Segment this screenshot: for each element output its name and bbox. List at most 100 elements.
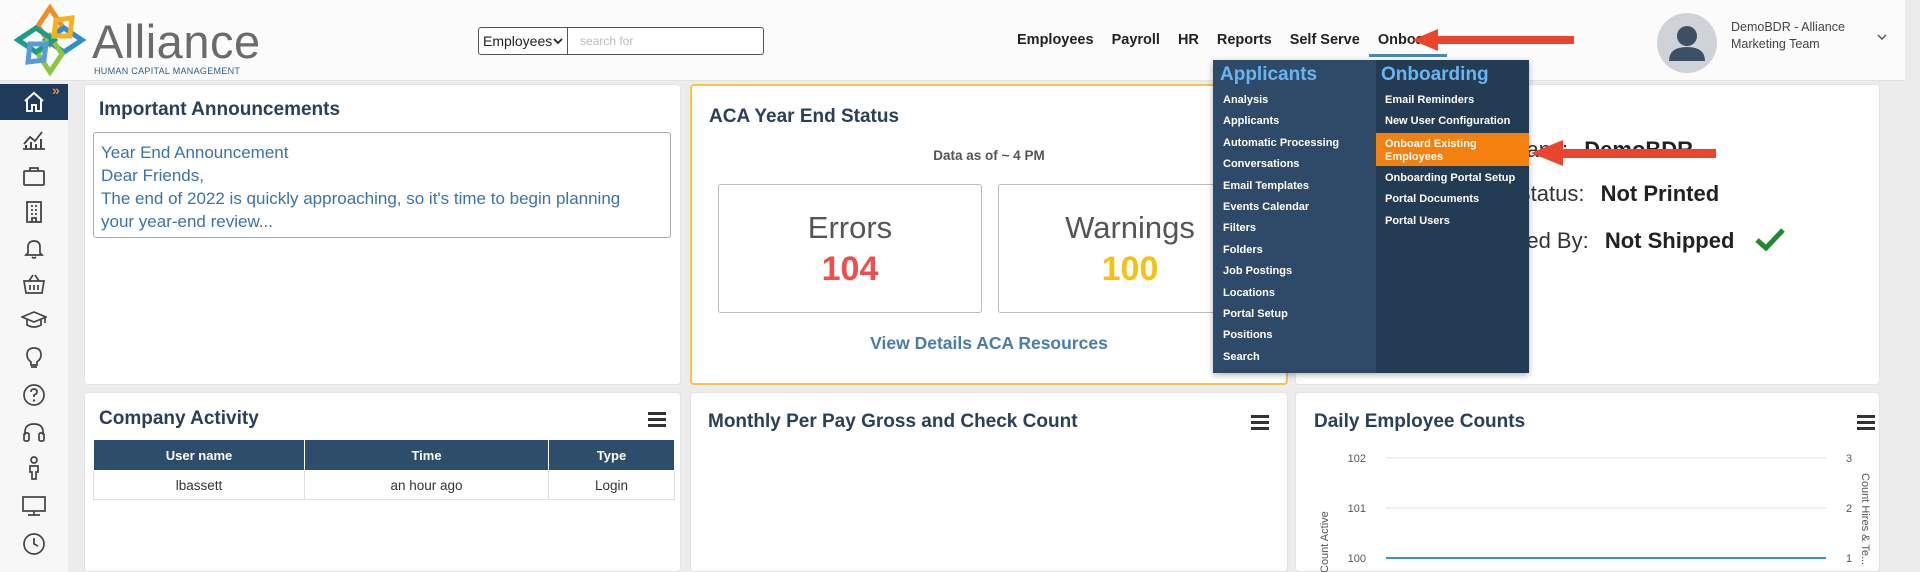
search-input[interactable]: search for (568, 27, 764, 55)
menu-item-conversations[interactable]: Conversations (1223, 158, 1299, 171)
y-tick-label: 102 (1348, 453, 1366, 465)
search-scope-select[interactable]: Employees (478, 27, 568, 55)
top-header: Alliance HUMAN CAPITAL MANAGEMENT Employ… (0, 0, 1905, 81)
person-icon (29, 456, 39, 480)
table-cell: an hour ago (304, 470, 549, 500)
y-tick-label: 101 (1348, 503, 1366, 515)
y-axis-label: Count Active (1319, 511, 1331, 572)
menu-icon[interactable] (648, 412, 666, 427)
column-header[interactable]: Time (304, 439, 549, 471)
sidebar-expand-icon[interactable]: » (52, 82, 60, 98)
column-header[interactable]: Type (548, 439, 675, 471)
errors-value: 104 (821, 250, 879, 288)
nav-reports[interactable]: Reports (1208, 30, 1281, 57)
user-name-line2: Marketing Team (1731, 37, 1820, 51)
aca-errors-box[interactable]: Errors 104 (718, 184, 982, 313)
sidebar-item-building[interactable] (0, 194, 68, 230)
nav-self-serve[interactable]: Self Serve (1281, 30, 1369, 57)
column-header[interactable]: User name (93, 439, 305, 471)
bell-icon (23, 240, 45, 259)
user-menu[interactable]: DemoBDR - Alliance Marketing Team (1657, 13, 1897, 73)
nav-payroll[interactable]: Payroll (1103, 30, 1169, 57)
headset-icon (23, 423, 45, 442)
left-sidebar: » (0, 82, 68, 572)
search-scope-value: Employees (483, 33, 553, 49)
company-activity-card: Company Activity User name Time Type lba… (84, 392, 681, 572)
sidebar-item-notifications[interactable] (0, 230, 68, 266)
analytics-icon (23, 131, 45, 150)
y-tick-label: 100 (1348, 553, 1366, 565)
menu-item-locations[interactable]: Locations (1223, 287, 1275, 300)
onboard-dropdown-menu: Applicants Onboarding Analysis Applicants… (1213, 60, 1529, 373)
nav-hr[interactable]: HR (1169, 30, 1208, 57)
user-name: DemoBDR - Alliance Marketing Team (1731, 19, 1851, 53)
menu-item-portal-setup[interactable]: Portal Setup (1223, 308, 1288, 321)
menu-item-filters[interactable]: Filters (1223, 222, 1256, 235)
sidebar-item-history[interactable] (0, 526, 68, 562)
menu-icon[interactable] (1251, 415, 1269, 430)
nav-employees[interactable]: Employees (1008, 30, 1103, 57)
pointer-arrow-icon (1412, 29, 1574, 51)
menu-item-new-user-configuration[interactable]: New User Configuration (1385, 115, 1510, 128)
ship-status-line: ...ed By: Not Shipped (1508, 224, 1785, 254)
sidebar-item-learning[interactable] (0, 302, 68, 338)
alliance-logo[interactable]: Alliance HUMAN CAPITAL MANAGEMENT (10, 2, 260, 78)
briefcase-icon (23, 167, 45, 186)
applicants-heading[interactable]: Applicants (1220, 64, 1317, 86)
onboarding-heading[interactable]: Onboarding (1381, 64, 1489, 86)
menu-item-email-templates[interactable]: Email Templates (1223, 180, 1309, 193)
sidebar-item-home[interactable]: » (0, 82, 68, 120)
announcements-title: Important Announcements (99, 99, 341, 120)
menu-item-portal-users[interactable]: Portal Users (1385, 215, 1450, 228)
menu-item-positions[interactable]: Positions (1223, 329, 1273, 342)
menu-item-applicants[interactable]: Applicants (1223, 115, 1279, 128)
announcement-line: The end of 2022 is quickly approaching, … (101, 189, 621, 208)
aca-resources-link[interactable]: View Details ACA Resources (692, 333, 1286, 354)
announcement-line: Year End Announcement (101, 143, 289, 162)
sidebar-item-briefcase[interactable] (0, 158, 68, 194)
avatar[interactable] (1657, 13, 1717, 73)
home-icon (24, 91, 44, 112)
menu-item-folders[interactable]: Folders (1223, 244, 1263, 257)
sidebar-item-person[interactable] (0, 450, 68, 486)
announcement-preview[interactable]: Year End Announcement Dear Friends, The … (93, 132, 671, 238)
menu-item-onboarding-portal-setup[interactable]: Onboarding Portal Setup (1385, 172, 1515, 185)
main-nav: Employees Payroll HR Reports Self Serve … (1008, 30, 1448, 57)
menu-item-job-postings[interactable]: Job Postings (1223, 265, 1292, 278)
building-icon (26, 201, 42, 223)
sidebar-item-ideas[interactable] (0, 340, 68, 376)
aca-status-card: ACA Year End Status Data as of ~ 4 PM Er… (690, 84, 1288, 385)
chevron-down-icon[interactable] (1877, 33, 1887, 41)
print-status-value: Not Printed (1600, 181, 1720, 206)
sidebar-item-analytics[interactable] (0, 121, 68, 157)
y2-tick-label: 1 (1846, 553, 1852, 565)
sidebar-item-support[interactable] (0, 414, 68, 450)
menu-item-search[interactable]: Search (1223, 351, 1260, 364)
brand-name: Alliance (92, 15, 261, 68)
basket-icon (22, 274, 46, 294)
menu-item-events-calendar[interactable]: Events Calendar (1223, 201, 1309, 214)
y2-axis-label: Count Hires & Te... (1859, 473, 1871, 565)
user-name-line1: DemoBDR - Alliance (1731, 20, 1845, 34)
daily-counts-chart: 100 101 102 1 2 3 Count Active Count Hires & Te… (1319, 453, 1871, 572)
announcements-card: Important Announcements Year End Announc… (84, 84, 681, 385)
menu-item-portal-documents[interactable]: Portal Documents (1385, 193, 1479, 206)
table-row[interactable]: lbassett an hour ago Login (93, 470, 675, 500)
table-cell: Login (548, 470, 675, 500)
menu-item-email-reminders[interactable]: Email Reminders (1385, 94, 1474, 107)
sidebar-item-help[interactable] (0, 377, 68, 413)
graduation-cap-icon (21, 311, 47, 328)
announcement-line: your year-end review... (101, 212, 273, 231)
aca-title: ACA Year End Status (709, 106, 900, 127)
lightbulb-icon (26, 347, 42, 368)
chevron-down-icon (553, 38, 563, 45)
table-cell: lbassett (93, 470, 305, 500)
menu-item-automatic-processing[interactable]: Automatic Processing (1223, 137, 1339, 150)
sidebar-item-monitor[interactable] (0, 488, 68, 524)
sidebar-item-basket[interactable] (0, 266, 68, 302)
errors-label: Errors (807, 210, 893, 245)
menu-item-onboard-existing-employees[interactable]: Onboard Existing Employees (1385, 138, 1495, 164)
menu-item-analysis[interactable]: Analysis (1223, 94, 1268, 107)
y2-tick-label: 3 (1846, 453, 1852, 465)
pointer-arrow-icon (1531, 140, 1716, 166)
